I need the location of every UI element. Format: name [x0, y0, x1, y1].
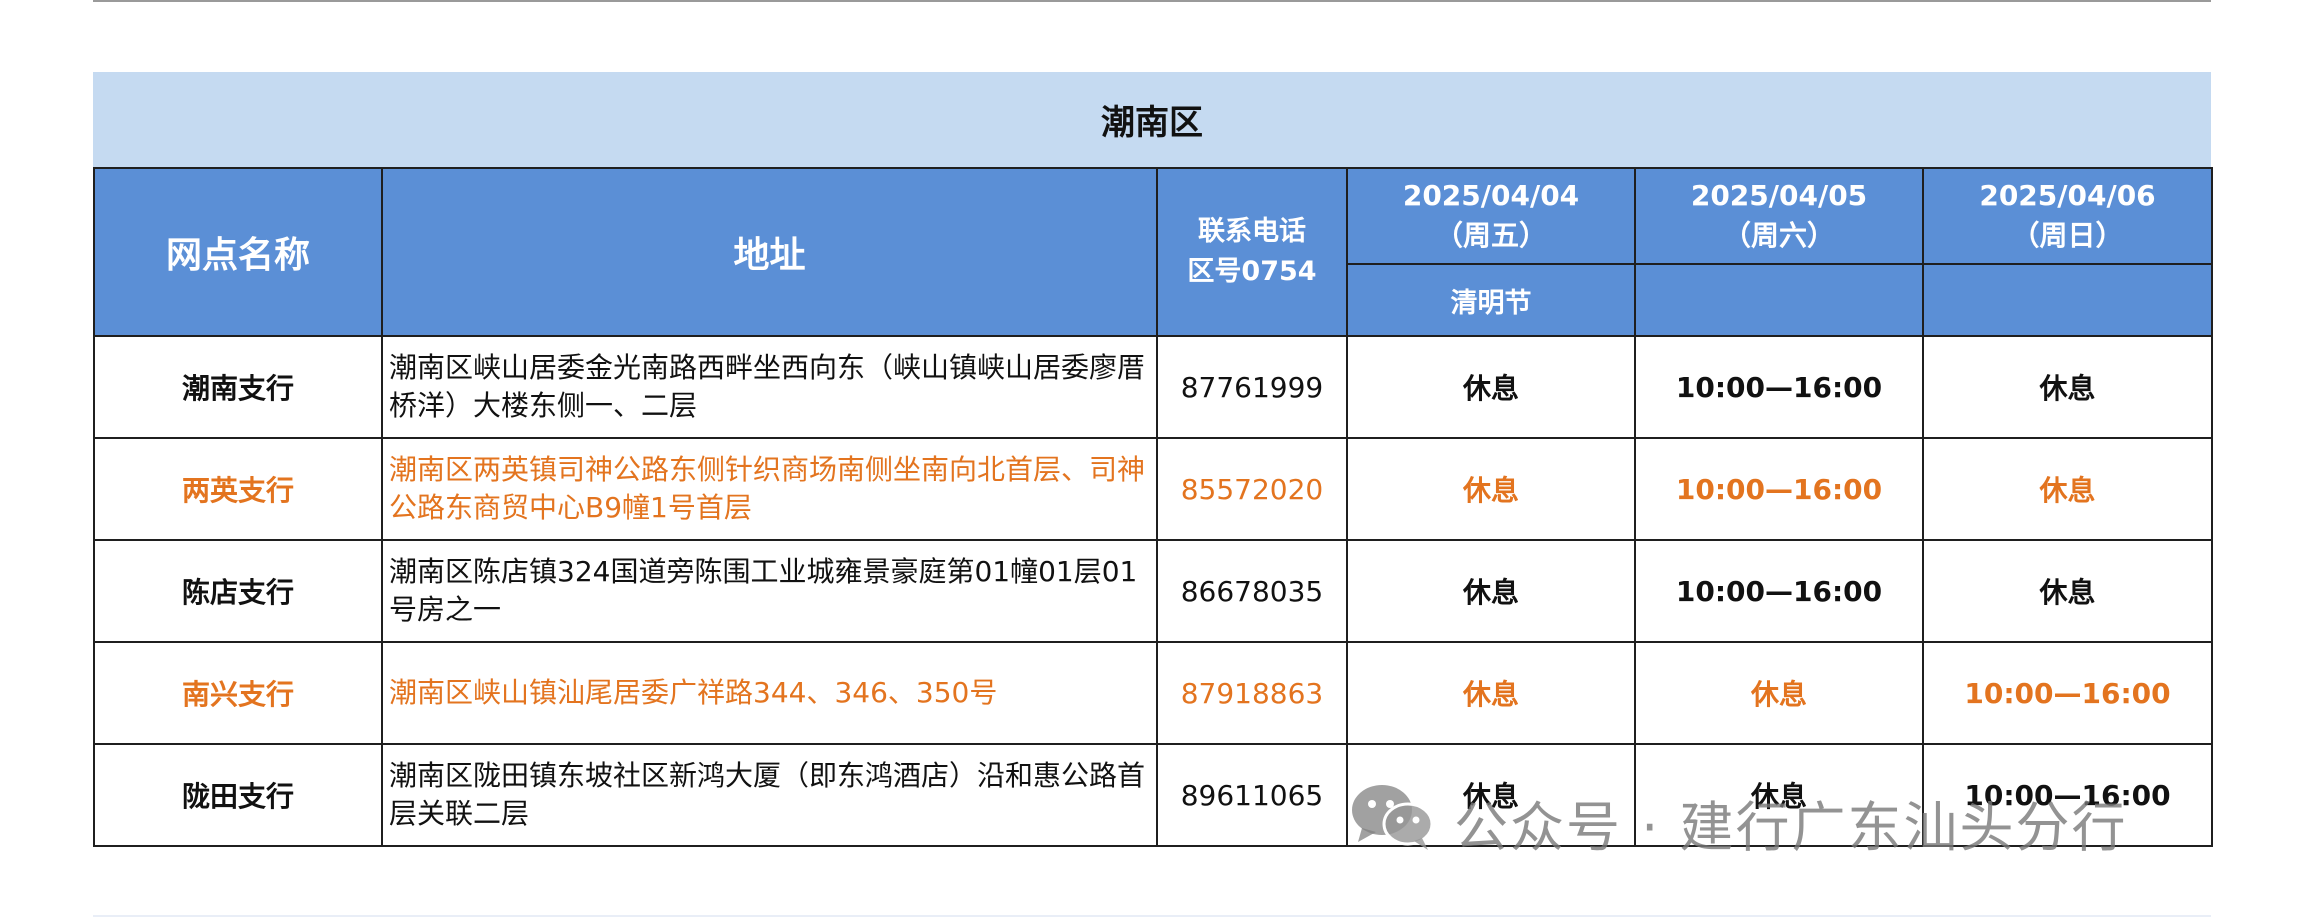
weekday-label: （周日） [2011, 219, 2124, 252]
col-header-date-3: 2025/04/06 （周日） [1922, 167, 2213, 265]
day-2-hours: 休息 [1634, 641, 1924, 745]
day-1-hours: 休息 [1346, 743, 1636, 847]
branch-name: 陈店支行 [93, 539, 383, 643]
bottom-divider [93, 915, 2211, 917]
day-1-hours: 休息 [1346, 437, 1636, 541]
branch-table: 网点名称 地址 联系电话区号0754 2025/04/04 （周五） 2025/0… [93, 167, 2213, 847]
day-3-hours: 10:00—16:00 [1922, 743, 2213, 847]
col-header-phone: 联系电话区号0754 [1156, 167, 1348, 337]
table-row: 陇田支行 潮南区陇田镇东坡社区新鸿大厦（即东鸿酒店）沿和惠公路首层关联二层 89… [93, 743, 2213, 847]
branch-name: 两英支行 [93, 437, 383, 541]
col-header-date-2: 2025/04/05 （周六） [1634, 167, 1924, 265]
day-3-hours: 休息 [1922, 335, 2213, 439]
branch-name: 陇田支行 [93, 743, 383, 847]
col-header-address: 地址 [381, 167, 1158, 337]
phone-header-line2: 区号0754 [1187, 256, 1317, 287]
col-header-name: 网点名称 [93, 167, 383, 337]
col-header-date-1: 2025/04/04 （周五） [1346, 167, 1636, 265]
branch-address: 潮南区两英镇司神公路东侧针织商场南侧坐南向北首层、司神公路东商贸中心B9幢1号首… [381, 437, 1158, 541]
branch-name: 南兴支行 [93, 641, 383, 745]
branch-phone: 85572020 [1156, 437, 1348, 541]
branch-phone: 87918863 [1156, 641, 1348, 745]
holiday-schedule: 潮南区 网点名称 地址 联系电话区号0754 2025/04/04 （周五） 20… [93, 72, 2213, 847]
weekday-label: （周五） [1434, 219, 1547, 252]
branch-address: 潮南区陈店镇324国道旁陈围工业城雍景豪庭第01幢01层01号房之一 [381, 539, 1158, 643]
date-label: 2025/04/05 [1690, 179, 1868, 212]
date-label: 2025/04/06 [1979, 179, 2156, 212]
branch-name: 潮南支行 [93, 335, 383, 439]
branch-address: 潮南区陇田镇东坡社区新鸿大厦（即东鸿酒店）沿和惠公路首层关联二层 [381, 743, 1158, 847]
day-1-hours: 休息 [1346, 641, 1636, 745]
day-1-hours: 休息 [1346, 335, 1636, 439]
table-row: 陈店支行 潮南区陈店镇324国道旁陈围工业城雍景豪庭第01幢01层01号房之一 … [93, 539, 2213, 643]
holiday-note-1: 清明节 [1346, 263, 1636, 337]
holiday-note-2 [1634, 263, 1924, 337]
branch-phone: 87761999 [1156, 335, 1348, 439]
region-title: 潮南区 [93, 72, 2211, 167]
top-divider [93, 0, 2211, 2]
table-row: 南兴支行 潮南区峡山镇汕尾居委广祥路344、346、350号 87918863 … [93, 641, 2213, 745]
day-3-hours: 休息 [1922, 539, 2213, 643]
day-3-hours: 休息 [1922, 437, 2213, 541]
holiday-note-3 [1922, 263, 2213, 337]
date-label: 2025/04/04 [1402, 179, 1580, 212]
branch-phone: 89611065 [1156, 743, 1348, 847]
branch-address: 潮南区峡山镇汕尾居委广祥路344、346、350号 [381, 641, 1158, 745]
day-3-hours: 10:00—16:00 [1922, 641, 2213, 745]
day-2-hours: 10:00—16:00 [1634, 539, 1924, 643]
day-2-hours: 休息 [1634, 743, 1924, 847]
phone-header-line1: 联系电话 [1198, 216, 1306, 247]
weekday-label: （周六） [1722, 219, 1835, 252]
branch-address: 潮南区峡山居委金光南路西畔坐西向东（峡山镇峡山居委廖厝桥洋）大楼东侧一、二层 [381, 335, 1158, 439]
day-2-hours: 10:00—16:00 [1634, 437, 1924, 541]
day-2-hours: 10:00—16:00 [1634, 335, 1924, 439]
table-row: 两英支行 潮南区两英镇司神公路东侧针织商场南侧坐南向北首层、司神公路东商贸中心B… [93, 437, 2213, 541]
branch-phone: 86678035 [1156, 539, 1348, 643]
table-row: 潮南支行 潮南区峡山居委金光南路西畔坐西向东（峡山镇峡山居委廖厝桥洋）大楼东侧一… [93, 335, 2213, 439]
day-1-hours: 休息 [1346, 539, 1636, 643]
